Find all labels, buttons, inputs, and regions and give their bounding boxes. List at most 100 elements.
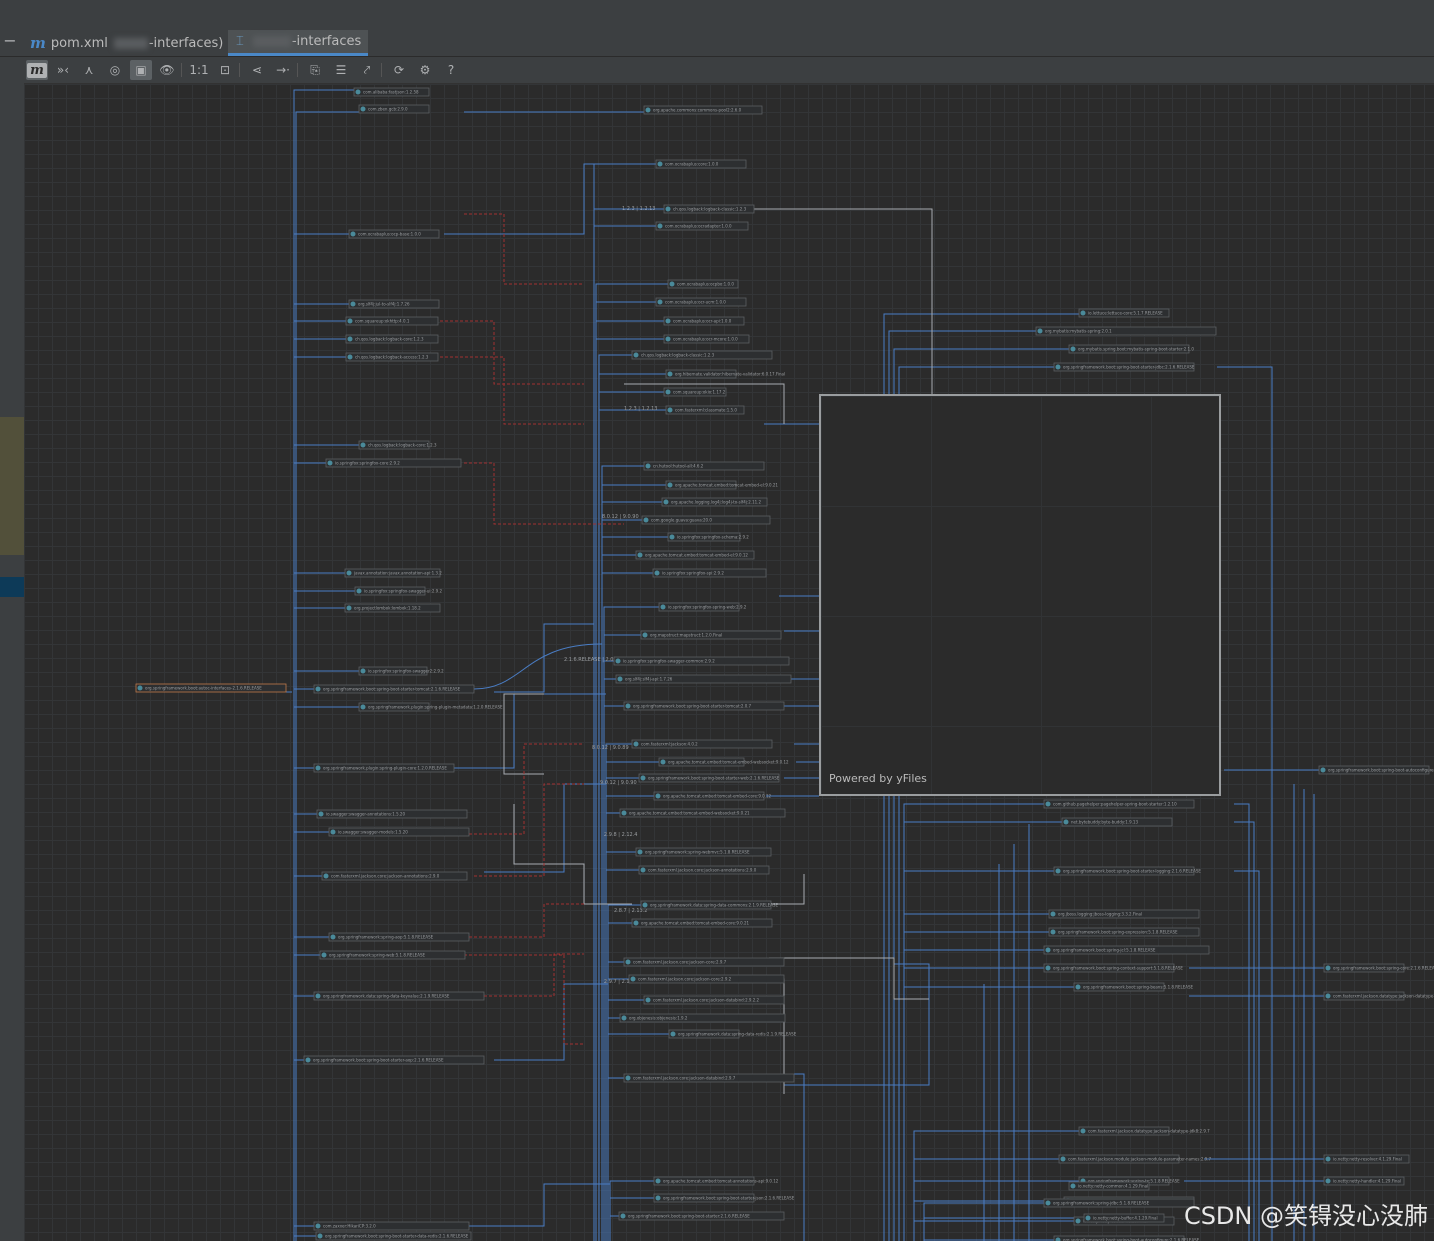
dependency-node[interactable]: cn.hutool:hutool-all:4.6.2 (643, 461, 765, 471)
dependency-node[interactable]: io.netty:netty-handler:4.1.29.Final (1323, 1176, 1405, 1186)
dependency-node[interactable]: io.springfox:springfox-core:2.9.2 (325, 458, 462, 468)
fit-window-button[interactable]: ⊡ (214, 60, 236, 80)
dependency-node[interactable]: org.springframework.boot:spring-boot-sta… (1053, 866, 1201, 876)
dependency-node[interactable]: io.netty:netty-common:4.1.29.Final (1068, 1181, 1150, 1191)
dependency-node[interactable]: org.apache.tomcat.embed:tomcat-embed-web… (658, 757, 789, 767)
dependency-node[interactable]: com.fasterxml:classmate:1.5.0 (665, 405, 745, 415)
dependency-node[interactable]: org.slf4j:slf4j-api:1.7.26 (615, 674, 792, 684)
dependency-node[interactable]: org.slf4j:jul-to-slf4j:1.7.26 (348, 299, 440, 309)
dependency-node[interactable]: org.mybatis.spring.boot:mybatis-spring-b… (1068, 344, 1194, 354)
help-button[interactable]: ? (440, 60, 462, 80)
dependency-node[interactable]: org.apache.tomcat.embed:tomcat-embed-cor… (631, 918, 773, 928)
dependency-node[interactable]: org.apache.tomcat.embed:tomcat-embed-web… (619, 808, 786, 818)
tab-pom-xml[interactable]: m pom.xml -interfaces) ✕ (30, 30, 240, 56)
dependency-node[interactable]: ch.qos.logback:logback-access:1.2.3 (345, 352, 439, 362)
dependency-node[interactable]: org.springframework.boot:spring-boot-aut… (1053, 1235, 1200, 1241)
dependency-node[interactable]: org.springframework.boot:spring-boot-sta… (638, 773, 780, 783)
dependency-node[interactable]: ch.qos.logback:logback-core:1.2.3 (358, 440, 437, 450)
dependency-node[interactable]: org.apache.tomcat.embed:tomcat-embed-el:… (635, 550, 755, 560)
collapse-icon[interactable]: − (3, 33, 17, 49)
dependency-node[interactable]: org.springframework:spring-webmvc:5.1.8.… (635, 847, 772, 857)
dependency-node[interactable]: org.apache.tomcat.embed:tomcat-embed-cor… (653, 791, 771, 801)
dependency-node[interactable]: com.zaxxer:HikariCP:3.2.0 (313, 1221, 470, 1231)
dependency-node[interactable]: ch.qos.logback:logback-classic:1.2.3 (663, 204, 755, 214)
refresh-button[interactable]: ⟳ (388, 60, 410, 80)
dependency-node[interactable]: io.lettuce:lettuce-core:5.1.7.RELEASE (1078, 308, 1170, 318)
dependency-node[interactable]: org.springframework.boot:spring-expressi… (1048, 927, 1200, 937)
dependency-node[interactable]: com.fasterxml.jackson.datatype:jackson-d… (1078, 1126, 1210, 1136)
dependency-node[interactable]: org.springframework.boot:spring-boot-sta… (623, 701, 785, 711)
dependency-node[interactable]: com.fasterxml.jackson.core:jackson-annot… (638, 865, 770, 875)
dependency-node[interactable]: org.springframework.boot:spring-beans:5.… (1073, 982, 1194, 992)
dependency-node[interactable]: org.hibernate.validator:hibernate-valida… (665, 369, 785, 379)
dependency-node[interactable]: io.netty:netty-resolver:4.1.29.Final (1323, 1154, 1410, 1164)
dependency-node[interactable]: org.jboss.logging:jboss-logging:3.3.2.Fi… (1048, 909, 1200, 919)
dependency-node[interactable]: com.fasterxml.jackson.core:jackson-annot… (321, 871, 468, 881)
dependency-node[interactable]: org.apache.commons:commons-pool2:2.6.0 (643, 105, 763, 115)
dependency-node[interactable]: com.fasterxml.jackson.core:jackson-core:… (628, 974, 785, 984)
dependency-node[interactable]: com.ocrabaplus:ocradapter:1.0.0 (655, 221, 749, 231)
dependency-node[interactable]: com.fasterxml:jackson:4.0.2 (631, 739, 773, 749)
dependency-node[interactable]: org.springframework.plugin:spring-plugin… (313, 763, 455, 773)
dependency-node[interactable]: org.springframework.boot:spring-boot-sta… (303, 1055, 485, 1065)
dependency-node[interactable]: com.fasterxml.jackson.module:jackson-mod… (1058, 1154, 1211, 1164)
dependency-node[interactable]: ch.qos.logback:logback-core:1.2.3 (345, 334, 439, 344)
diagram-canvas[interactable]: 1.2.3 | 1.2.13 1.2.3 | 1.2.13 8.0.12 | 9.0… (24, 84, 1434, 1241)
dependency-node[interactable]: io.swagger:swagger-annotations:1.5.20 (316, 809, 468, 819)
dependency-node[interactable]: io.netty:netty-buffer:4.1.29.Final (1083, 1213, 1165, 1223)
dependency-node[interactable]: org.springframework:spring-jdbc:5.1.8.RE… (1043, 1198, 1195, 1208)
dependency-node[interactable]: org.springframework.data:spring-data-com… (640, 900, 778, 910)
actual-size-button[interactable]: 1:1 (188, 60, 210, 80)
settings-button[interactable]: ⚙ (414, 60, 436, 80)
dependency-node[interactable]: org.springframework:spring-aop:5.1.8.REL… (328, 932, 470, 942)
dependency-node[interactable]: org.objenesis:objenesis:1.9.2 (619, 1013, 786, 1023)
dependency-node[interactable]: io.springfox:springfox-spi:2.9.2 (652, 568, 767, 578)
dependency-node[interactable]: org.apache.tomcat.embed:tomcat-annotatio… (653, 1176, 779, 1186)
dependency-node[interactable]: org.springframework.plugin:spring-plugin… (358, 702, 503, 712)
dependency-node[interactable]: io.springfox:springfox-schema:2.9.2 (667, 532, 749, 542)
dependency-node[interactable]: org.springframework.data:spring-data-red… (668, 1029, 797, 1039)
highlight-button[interactable]: ◎ (104, 60, 126, 80)
collapse-button[interactable]: »‹ (52, 60, 74, 80)
edit-button[interactable]: ☰ (330, 60, 352, 80)
root-module-node[interactable]: org.springframework.boot:autoc-interface… (135, 683, 287, 693)
dependency-node[interactable]: org.springframework.boot:spring-core:2.1… (1323, 963, 1434, 973)
dependency-node[interactable]: com.squareup:okhttp:4.0.1 (345, 316, 439, 326)
dependency-node[interactable]: org.springframework.boot:spring-context-… (1043, 963, 1183, 973)
dependency-node[interactable]: com.ocrabaplus:core:1.0.0 (655, 159, 747, 169)
dependency-node[interactable]: com.fasterxml.jackson.datatype:jackson-d… (1323, 991, 1434, 1001)
dependency-node[interactable]: com.github.pagehelper:pagehelper-spring-… (1043, 799, 1195, 809)
dependency-node[interactable]: net.bytebuddy:byte-buddy:1.9.13 (1061, 817, 1173, 827)
dependency-node[interactable]: org.projectlombok:lombok:1.18.2 (344, 603, 441, 613)
dependency-node[interactable]: ch.qos.logback:logback-classic:1.2.3 (631, 350, 773, 360)
dependency-node[interactable]: io.springfox:springfox-swagger2:2.9.2 (358, 666, 444, 676)
dependency-node[interactable]: org.springframework.boot:spring-boot-sta… (618, 1211, 785, 1221)
dependency-node[interactable]: com.ocrabaplus:ocpbo:1.0.0 (667, 279, 739, 289)
dependency-node[interactable]: com.squareup:okio:1.17.2 (663, 387, 727, 397)
dependency-node[interactable]: org.springframework.boot:spring-boot-sta… (313, 684, 475, 694)
dependency-node[interactable]: org.springframework.boot:spring-jcl:5.1.… (1043, 945, 1210, 955)
dependency-node[interactable]: io.springfox:springfox-spring-web:2.9.2 (658, 602, 747, 612)
dependency-node[interactable]: com.ocrabaplus:ocr-ucm:1.0.0 (655, 297, 747, 307)
dependency-node[interactable]: io.swagger:swagger-models:1.5.20 (328, 827, 470, 837)
dependency-node[interactable]: org.springframework.data:spring-data-key… (313, 991, 485, 1001)
dependency-node[interactable]: org.mapstruct:mapstruct:1.2.0.Final (640, 630, 782, 640)
tab-diagram[interactable]: ⌶ -interfaces (228, 30, 368, 56)
layout-button[interactable]: ⋖ (246, 60, 268, 80)
dependency-node[interactable]: com.zben.gcb:2.9.0 (358, 104, 430, 114)
dependency-node[interactable]: org.springframework.boot:spring-boot-sta… (653, 1193, 795, 1203)
dependency-node[interactable]: io.springfox:springfox-swagger-common:2.… (613, 656, 790, 666)
dependency-node[interactable]: javax.annotation:javax.annotation-api:1.… (344, 568, 442, 578)
dependency-node[interactable]: com.google.guava:guava:20.0 (641, 515, 771, 525)
dependency-node[interactable]: com.alibaba:fastjson:1.2.58 (353, 87, 430, 97)
dependency-node[interactable]: org.springframework.boot:spring-boot-sta… (315, 1231, 472, 1241)
dependency-node[interactable]: org.springframework:spring-web:5.1.8.REL… (319, 950, 466, 960)
dependency-node[interactable]: com.fasterxml.jackson.core:jackson-core:… (623, 957, 785, 967)
copy-button[interactable]: ⎘ (304, 60, 326, 80)
dependency-node[interactable]: com.ocrabaplus:ocr-api:1.0.0 (663, 316, 745, 326)
dependency-node[interactable]: io.springfox:springfox-swagger-ui:2.9.2 (354, 586, 442, 596)
show-button[interactable]: 👁 (156, 60, 178, 80)
dependency-graph[interactable]: 1.2.3 | 1.2.13 1.2.3 | 1.2.13 8.0.12 | 9.0… (24, 84, 1434, 1241)
overview-panel[interactable]: Powered by yFiles (819, 394, 1221, 796)
show-maven-button[interactable]: m (26, 60, 48, 80)
